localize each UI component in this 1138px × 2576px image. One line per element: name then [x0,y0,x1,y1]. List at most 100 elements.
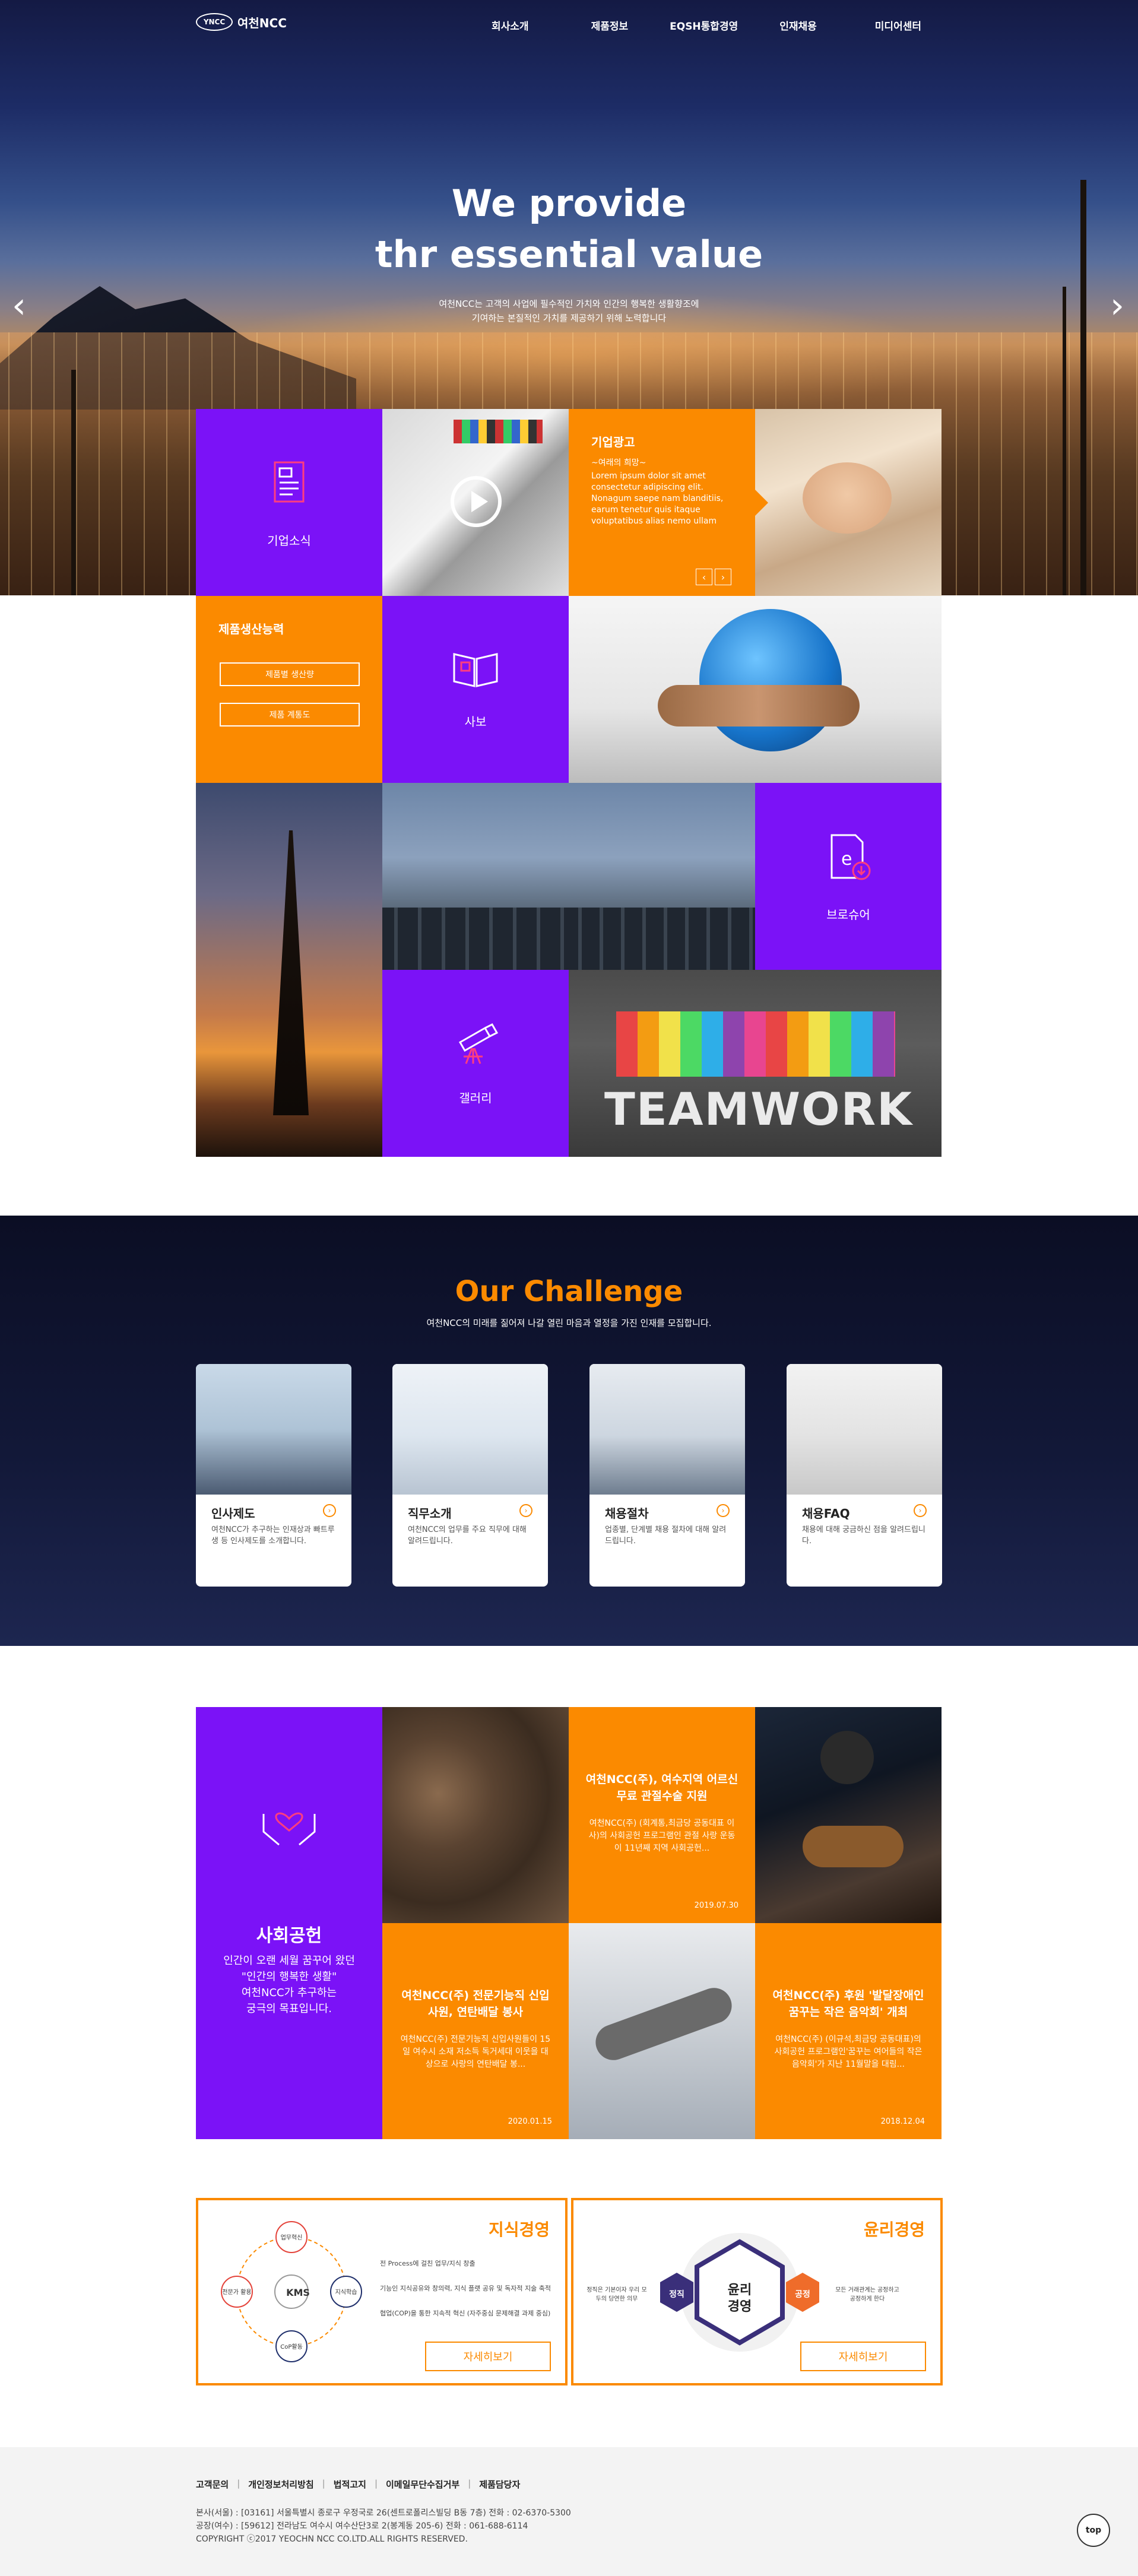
kms-line: 전 Process에 걸친 업무/지식 창출 [380,2260,476,2267]
hero-subtitle: 여천NCC는 고객의 사업에 필수적인 가치와 인간의 행복한 생활향조에 기여… [0,297,1138,325]
footer-link-privacy[interactable]: 개인정보처리방침 [248,2478,313,2491]
card-title: 직무소개 [408,1506,452,1521]
social-intro-tile: 사회공헌 인간이 오랜 세월 꿈꾸어 왔던 "인간의 행복한 생활" 여천NCC… [196,1707,382,2139]
tile-company-news[interactable]: 기업소식 [196,409,382,596]
logo-mark: YNCC [196,13,233,31]
kms-line: 기능인 지식공유와 창의력, 지식 플랫 공유 및 독자적 지술 축적 [380,2285,551,2292]
management-boxes: 지식경영 KMS 업무혁신 지식학습 CoP활동 전문가 활용 전 Proces… [196,2198,943,2385]
footer-link-inquiry[interactable]: 고객문의 [196,2478,229,2491]
card-photo [787,1364,942,1495]
top-navigation: YNCC 여천NCC 회사소개 제품정보 EQSH통합경영 인재채용 미디어센터 [0,0,1138,49]
scroll-top-button[interactable]: top [1077,2514,1110,2547]
menu-item-products[interactable]: 제품정보 [591,18,629,33]
card-desc: 여천NCC의 업무를 주요 직무에 대해 알려드립니다. [408,1525,527,1546]
arrow-circle-icon[interactable]: › [914,1504,927,1517]
plant-structures [382,908,569,970]
news-title: 여천NCC(주), 여수지역 어르신 무료 관절수술 지원 [585,1773,738,1803]
logo-text: 여천NCC [237,15,287,30]
social-desc-line: 궁극의 목표입니다. [246,2003,332,2015]
social-contribution-section: 사회공헌 인간이 오랜 세월 꿈꾸어 왔던 "인간의 행복한 생활" 여천NCC… [196,1707,943,2139]
globe [699,609,842,751]
ethics-center-line: 경영 [727,2299,752,2314]
main-menu: 회사소개 제품정보 EQSH통합경영 인재채용 미디어센터 [492,18,921,33]
hero-subtitle-line2: 기여하는 본질적인 가치를 제공하기 위해 노력합니다 [471,313,667,323]
play-icon[interactable] [448,473,505,530]
menu-item-eqsh[interactable]: EQSH통합경영 [670,18,738,33]
handshake-globe-photo [569,596,942,783]
kms-node: 전문가 활용 [222,2289,252,2296]
tile-brochure[interactable]: e 브로슈어 [755,783,942,970]
medical-arm-photo [569,1923,755,2139]
news-card-joint-surgery[interactable]: 여천NCC(주), 여수지역 어르신 무료 관절수술 지원 여천NCC(주) (… [569,1707,755,1923]
tile-gallery[interactable]: 갤러리 [382,970,569,1157]
address-line: 공장(여수) : [59612] 전라남도 여수시 여수산단3로 2(봉계동 2… [196,2521,528,2531]
arrow-circle-icon[interactable]: › [717,1504,730,1517]
arrow-circle-icon[interactable]: › [519,1504,532,1517]
news-card-concert[interactable]: 여천NCC(주) 후원 '발달장애인 꿈꾸는 작은 음악회' 개최 여천NCC(… [755,1923,942,2139]
knee-brace [590,1982,737,2066]
brochure-download-icon: e [830,834,871,880]
capacity-title: 제품생산능력 [218,622,284,636]
menu-item-media[interactable]: 미디어센터 [875,18,921,33]
next-slide-arrow-icon[interactable]: › [1105,285,1129,326]
industrial-tower [1063,287,1066,595]
ethics-management-box: 윤리경영 윤리 경영 정직 공정 정직은 기본이자 우리 모두의 당연한 의무 … [571,2198,943,2385]
card-photo [392,1364,548,1495]
ad-subtitle: ~여래의 희망~ [591,458,646,468]
ad-title: 기업광고 [591,435,635,449]
kms-node: 지식학습 [335,2289,357,2296]
tile-label: 브로슈어 [826,908,870,922]
challenge-card-job-intro[interactable]: 직무소개 › 여천NCC의 업무를 주요 직무에 대해 알려드립니다. [392,1364,548,1587]
footer-link-email-refusal[interactable]: 이메일무단수집거부 [386,2478,459,2491]
industrial-plant-photo-right [569,783,755,970]
footer-links: 고객문의 | 개인정보처리방침 | 법적고지 | 이메일무단수집거부 | 제품담… [196,2478,520,2491]
footer-link-legal[interactable]: 법적고지 [334,2478,366,2491]
news-card-coal-delivery[interactable]: 여천NCC(주) 전문기능직 신입사원, 연탄배달 봉사 여천NCC(주) 전문… [382,1923,569,2139]
video-thumbnail[interactable] [382,409,569,596]
guitarist-photo [755,1707,942,1923]
tile-newsletter[interactable]: 사보 [382,596,569,783]
ad-next-icon[interactable]: › [715,569,731,585]
colorful-people-figures [616,1011,895,1077]
ethics-right-text: 모든 거래관계는 공정하고 공정하게 한다 [835,2287,899,2302]
logo[interactable]: YNCC 여천NCC [196,13,287,31]
tile-grid: 기업소식 기업광고 ~여래의 희망~ Lorem ipsum dolor sit… [196,409,943,1157]
news-date: 2018.12.04 [880,2117,925,2126]
heart-hands-icon [262,1812,316,1846]
kms-more-button[interactable]: 자세히보기 [425,2342,551,2371]
sleeping-baby-photo [755,409,942,596]
hero-title: We provide thr essential value [0,178,1138,280]
production-volume-button[interactable]: 제품별 생산량 [220,662,360,686]
teamwork-chalkboard-photo: TEAMWORK [569,970,942,1157]
prev-slide-arrow-icon[interactable]: ‹ [7,285,31,326]
guitar [803,1826,904,1867]
card-title: 채용FAQ [802,1506,850,1521]
product-flow-button[interactable]: 제품 계통도 [220,703,360,727]
separator: | [374,2478,378,2489]
briquette-photo [382,1707,569,1923]
industrial-plant-photo [382,783,569,970]
footer: 고객문의 | 개인정보처리방침 | 법적고지 | 이메일무단수집거부 | 제품담… [0,2447,1138,2576]
clapperboard-stripes [454,420,543,443]
social-desc-line: 인간이 오랜 세월 꿈꾸어 왔던 [223,1955,355,1967]
menu-item-recruit[interactable]: 인재채용 [779,18,817,33]
kms-center-label: KMS [286,2287,310,2298]
footer-link-product-manager[interactable]: 제품담당자 [479,2478,520,2491]
ethics-center-label: 윤리 경영 [717,2282,762,2315]
challenge-card-hr-system[interactable]: 인사제도 › 여천NCC가 추구하는 인재상과 빠트루생 등 인사제도를 소개합… [196,1364,351,1587]
ad-prev-icon[interactable]: ‹ [696,569,712,585]
menu-item-company[interactable]: 회사소개 [492,18,529,33]
oil-rig-sunset-photo [196,783,382,1157]
ethics-title: 윤리경영 [863,2220,925,2239]
ad-body: Lorem ipsum dolor sit amet consectetur a… [591,471,724,526]
ethics-more-button[interactable]: 자세히보기 [800,2342,926,2371]
arrow-circle-icon[interactable]: › [323,1504,336,1517]
news-date: 2019.07.30 [694,1901,738,1910]
address-line: 본사(서울) : [03161] 서울특별시 종로구 우정국로 26(센트로폴리… [196,2508,571,2518]
challenge-title: Our Challenge [455,1275,683,1308]
tile-corporate-ad[interactable]: 기업광고 ~여래의 희망~ Lorem ipsum dolor sit amet… [569,409,755,596]
challenge-card-hiring-process[interactable]: 채용절차 › 업종별, 단계별 채용 절차에 대해 알려드립니다. [589,1364,745,1587]
hero-title-line1: We provide [451,182,687,225]
card-title: 채용절차 [605,1506,649,1521]
challenge-card-hiring-faq[interactable]: 채용FAQ › 채용에 대해 궁금하신 점을 알려드립니다. [787,1364,942,1587]
